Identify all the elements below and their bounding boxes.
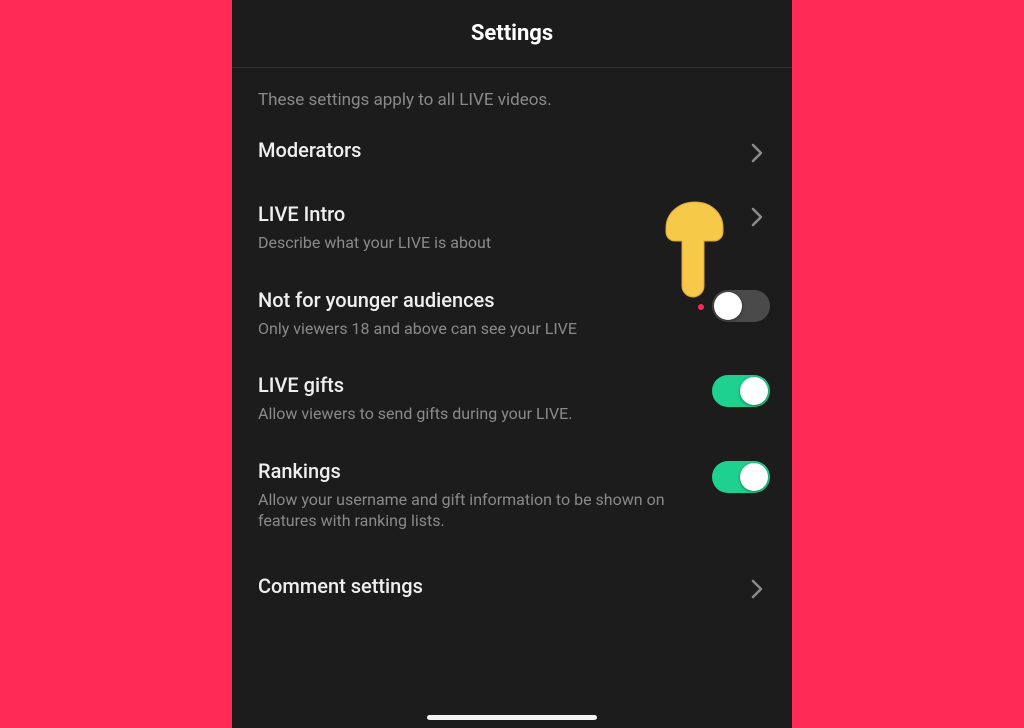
row-live-gifts: LIVE gifts Allow viewers to send gifts d…	[232, 353, 792, 439]
row-subtitle: Allow viewers to send gifts during your …	[258, 403, 696, 425]
intro-text: These settings apply to all LIVE videos.	[232, 68, 792, 118]
row-live-intro[interactable]: LIVE Intro Describe what your LIVE is ab…	[232, 182, 792, 268]
red-dot-icon	[698, 304, 704, 310]
toggle-not-for-younger[interactable]	[712, 290, 770, 322]
toggle-knob	[714, 292, 742, 320]
row-comment-settings[interactable]: Comment settings	[232, 546, 792, 618]
row-moderators[interactable]: Moderators	[232, 118, 792, 182]
row-subtitle: Allow your username and gift information…	[258, 489, 696, 532]
page-title: Settings	[471, 21, 553, 46]
row-subtitle: Only viewers 18 and above can see your L…	[258, 318, 696, 340]
row-rankings: Rankings Allow your username and gift in…	[232, 439, 792, 546]
row-title: LIVE gifts	[258, 373, 696, 397]
row-title: Rankings	[258, 459, 696, 483]
row-title: Not for younger audiences	[258, 288, 696, 312]
chevron-right-icon	[746, 142, 768, 164]
row-not-for-younger: Not for younger audiences Only viewers 1…	[232, 268, 792, 354]
settings-panel: Settings These settings apply to all LIV…	[232, 0, 792, 728]
toggle-knob	[740, 377, 768, 405]
row-subtitle: Describe what your LIVE is about	[258, 232, 696, 254]
chevron-right-icon	[746, 206, 768, 228]
row-title: Comment settings	[258, 574, 696, 598]
toggle-live-gifts[interactable]	[712, 375, 770, 407]
header: Settings	[232, 0, 792, 68]
toggle-knob	[740, 463, 768, 491]
toggle-rankings[interactable]	[712, 461, 770, 493]
row-title: LIVE Intro	[258, 202, 696, 226]
row-title: Moderators	[258, 138, 696, 162]
home-indicator	[427, 715, 597, 720]
chevron-right-icon	[746, 578, 768, 600]
